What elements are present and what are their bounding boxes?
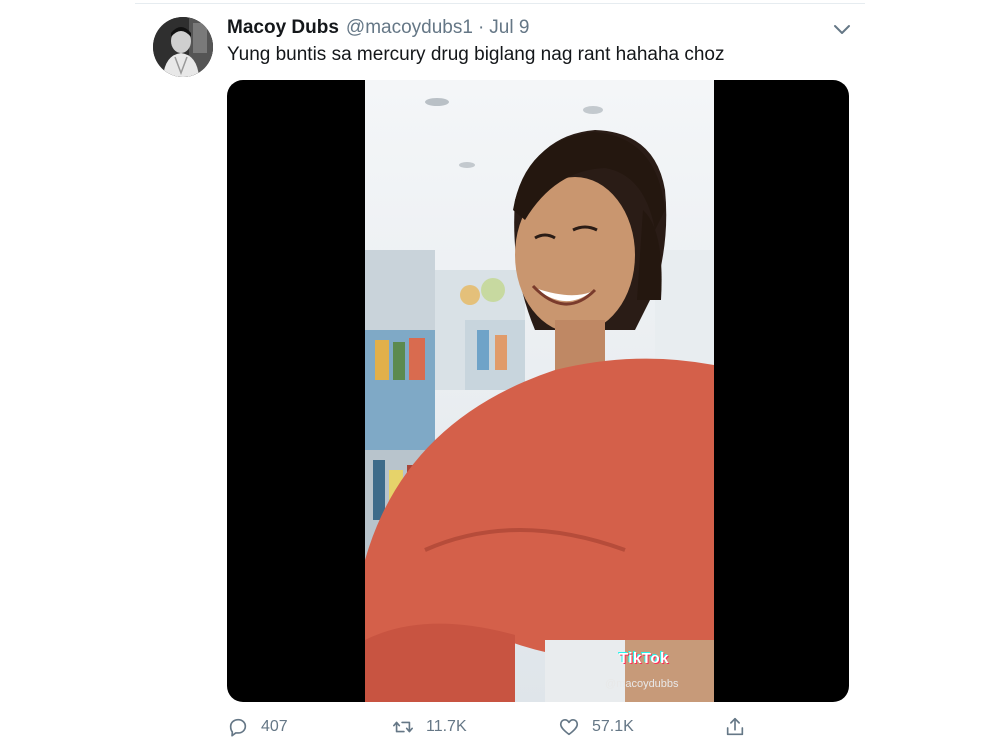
chevron-down-icon <box>834 25 850 34</box>
heart-icon <box>559 719 579 736</box>
top-divider <box>135 3 865 4</box>
like-button[interactable]: 57.1K <box>558 712 634 742</box>
reply-button[interactable]: 407 <box>227 712 288 742</box>
tweet-header: Macoy Dubs @macoydubs1 · Jul 9 <box>227 17 529 41</box>
author-handle[interactable]: @macoydubs1 <box>346 17 473 39</box>
tiktok-watermark-logo: TikTok <box>619 650 669 667</box>
like-count: 57.1K <box>592 718 634 735</box>
tweet-actions: 407 11.7K 57.1K <box>227 712 849 742</box>
retweet-count: 11.7K <box>426 718 467 735</box>
tweet-date[interactable]: Jul 9 <box>489 17 529 39</box>
avatar[interactable] <box>153 17 213 77</box>
tiktok-watermark-user: @macoydubbs <box>605 678 679 690</box>
separator-dot: · <box>477 17 485 38</box>
retweet-icon <box>393 721 413 733</box>
video-player[interactable]: TikTok @macoydubbs <box>227 80 849 702</box>
share-button[interactable] <box>724 712 746 742</box>
tweet-menu-button[interactable] <box>830 20 854 40</box>
reply-count: 407 <box>261 718 288 735</box>
reply-icon <box>229 718 247 737</box>
author-name[interactable]: Macoy Dubs <box>227 17 339 39</box>
tweet-text: Yung buntis sa mercury drug biglang nag … <box>227 44 725 65</box>
share-icon <box>726 717 744 736</box>
video-frame <box>365 80 714 702</box>
retweet-button[interactable]: 11.7K <box>392 712 467 742</box>
